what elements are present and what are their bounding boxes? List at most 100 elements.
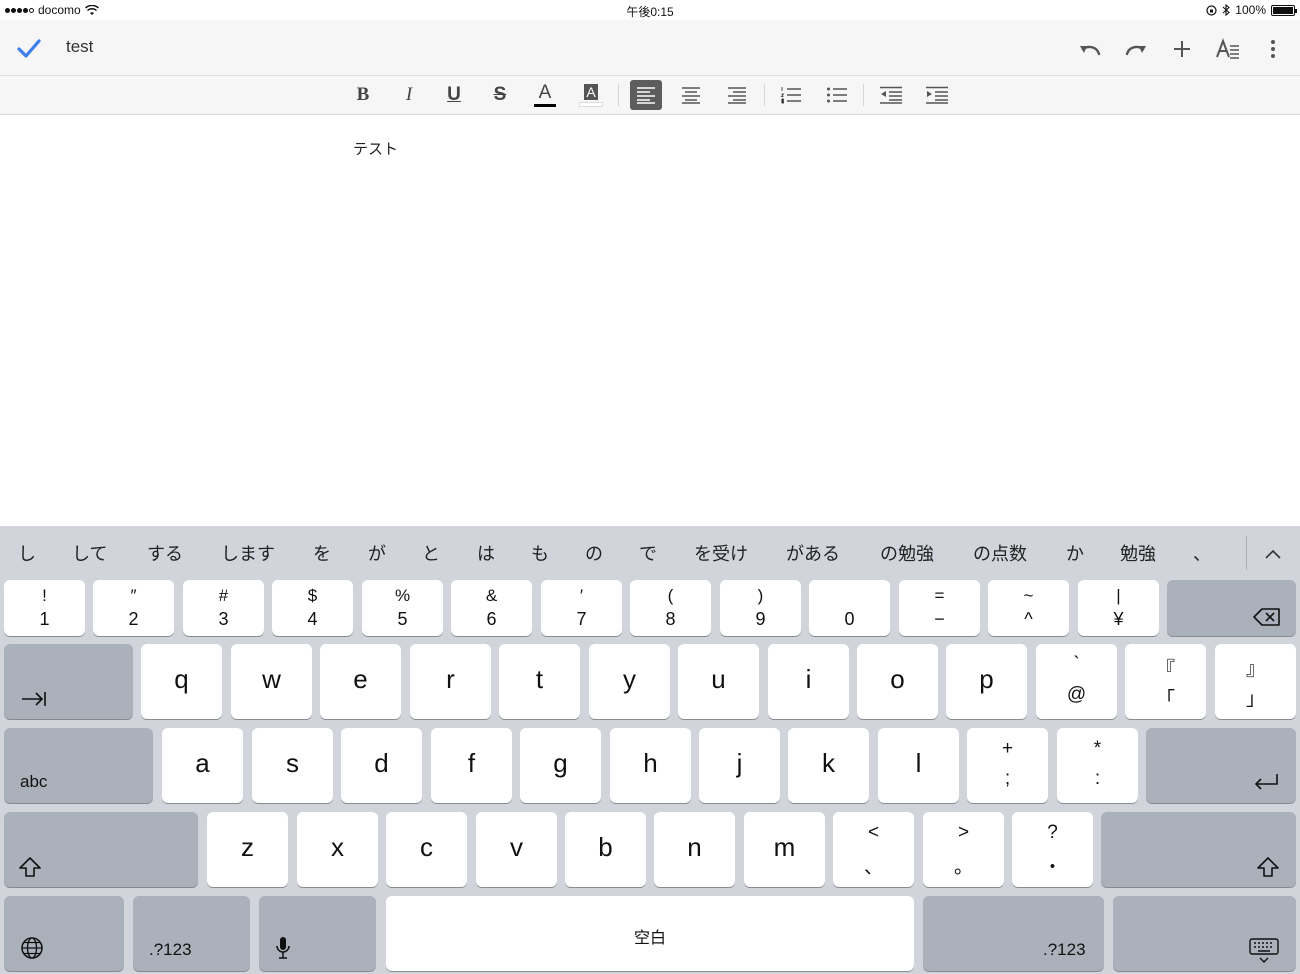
key-colon[interactable]: *: <box>1057 728 1138 803</box>
suggestion[interactable]: も <box>531 540 549 566</box>
space-key[interactable]: 空白 <box>386 896 914 971</box>
strikethrough-button[interactable]: S <box>484 80 516 110</box>
key-y[interactable]: y <box>589 644 670 719</box>
return-key[interactable] <box>1146 728 1296 803</box>
suggestion[interactable]: して <box>72 540 107 566</box>
numbers-key-right[interactable]: .?123 <box>923 896 1104 971</box>
done-button[interactable] <box>14 34 44 64</box>
numbers-key-left[interactable]: .?123 <box>133 896 250 971</box>
suggestion[interactable]: 勉強 <box>1120 540 1156 566</box>
suggestion[interactable]: します <box>221 540 275 566</box>
bulleted-list-button[interactable] <box>821 80 853 110</box>
redo-button[interactable] <box>1119 32 1153 66</box>
document-body[interactable]: テスト <box>353 138 398 159</box>
key-0[interactable]: 0 <box>809 580 890 636</box>
suggestion[interactable]: か <box>1066 540 1084 566</box>
key-g[interactable]: g <box>520 728 601 803</box>
key-z[interactable]: z <box>207 812 288 887</box>
key-l[interactable]: l <box>878 728 959 803</box>
undo-button[interactable] <box>1073 32 1107 66</box>
key-n[interactable]: n <box>654 812 735 887</box>
key-yen[interactable]: | ¥ <box>1078 580 1159 636</box>
insert-button[interactable] <box>1165 32 1199 66</box>
abc-key[interactable]: abc <box>4 728 153 803</box>
key-b[interactable]: b <box>565 812 646 887</box>
key-2[interactable]: ″ 2 <box>93 580 174 636</box>
align-right-button[interactable] <box>721 80 753 110</box>
shift-key-right[interactable] <box>1101 812 1296 887</box>
expand-candidates-button[interactable] <box>1256 542 1290 566</box>
key-j[interactable]: j <box>699 728 780 803</box>
key-v[interactable]: v <box>476 812 557 887</box>
key-c[interactable]: c <box>386 812 467 887</box>
key-d[interactable]: d <box>341 728 422 803</box>
suggestion[interactable]: を <box>313 540 331 566</box>
suggestion[interactable]: が <box>368 540 386 566</box>
key-9[interactable]: ) 9 <box>720 580 801 636</box>
tab-key[interactable] <box>4 644 133 719</box>
key-at[interactable]: ` @ <box>1036 644 1117 719</box>
dismiss-keyboard-key[interactable] <box>1113 896 1296 971</box>
key-o[interactable]: o <box>857 644 938 719</box>
suggestion[interactable]: は <box>477 540 495 566</box>
key-s[interactable]: s <box>252 728 333 803</box>
key-period[interactable]: >。 <box>923 812 1004 887</box>
key-e[interactable]: e <box>320 644 401 719</box>
backspace-key[interactable] <box>1167 580 1296 636</box>
key-3[interactable]: #3 <box>183 580 264 636</box>
increase-indent-button[interactable] <box>921 80 953 110</box>
key-minus[interactable]: = − <box>899 580 980 636</box>
decrease-indent-button[interactable] <box>875 80 907 110</box>
suggestion[interactable]: と <box>422 540 440 566</box>
key-4[interactable]: $4 <box>272 580 353 636</box>
suggestion[interactable]: がある <box>786 540 840 566</box>
key-q[interactable]: q <box>141 644 222 719</box>
key-m[interactable]: m <box>744 812 825 887</box>
suggestion[interactable]: を受け <box>694 540 748 566</box>
underline-button[interactable]: U <box>438 80 470 110</box>
text-color-button[interactable]: A <box>529 80 561 110</box>
key-i[interactable]: i <box>768 644 849 719</box>
suggestion[interactable]: で <box>639 540 657 566</box>
key-8[interactable]: (8 <box>630 580 711 636</box>
more-options-button[interactable] <box>1256 32 1290 66</box>
key-comma[interactable]: <、 <box>833 812 914 887</box>
highlight-color-button[interactable]: A <box>575 80 607 110</box>
key-1[interactable]: ! 1 <box>4 580 85 636</box>
key-f[interactable]: f <box>431 728 512 803</box>
suggestion[interactable]: し <box>18 540 36 566</box>
key-w[interactable]: w <box>231 644 312 719</box>
key-p[interactable]: p <box>946 644 1027 719</box>
suggestion[interactable]: 、 <box>1193 540 1211 566</box>
shift-key-left[interactable] <box>4 812 198 887</box>
suggestion[interactable]: の <box>585 540 603 566</box>
key-char: z <box>241 832 254 862</box>
suggestion[interactable]: の点数 <box>973 540 1027 566</box>
key-5[interactable]: % 5 <box>362 580 443 636</box>
align-left-button[interactable] <box>630 80 662 110</box>
key-x[interactable]: x <box>297 812 378 887</box>
numbered-list-button[interactable] <box>775 80 807 110</box>
key-char: : <box>1094 768 1101 789</box>
key-r[interactable]: r <box>410 644 491 719</box>
align-center-button[interactable] <box>675 80 707 110</box>
key-close-bracket[interactable]: 』」 <box>1215 644 1296 719</box>
suggestion[interactable]: する <box>147 540 183 566</box>
globe-key[interactable] <box>4 896 124 971</box>
key-caret[interactable]: ~ ^ <box>988 580 1069 636</box>
italic-button[interactable]: I <box>393 80 425 110</box>
dictation-key[interactable] <box>259 896 376 971</box>
key-semicolon[interactable]: +; <box>967 728 1048 803</box>
key-k[interactable]: k <box>788 728 869 803</box>
text-format-button[interactable] <box>1211 32 1245 66</box>
suggestion[interactable]: の勉強 <box>880 540 934 566</box>
key-7[interactable]: ′ 7 <box>541 580 622 636</box>
key-open-bracket[interactable]: 『「 <box>1125 644 1206 719</box>
key-a[interactable]: a <box>162 728 243 803</box>
key-t[interactable]: t <box>499 644 580 719</box>
key-middle-dot[interactable]: ? ・ <box>1012 812 1093 887</box>
key-6[interactable]: & 6 <box>451 580 532 636</box>
key-h[interactable]: h <box>610 728 691 803</box>
key-u[interactable]: u <box>678 644 759 719</box>
bold-button[interactable]: B <box>347 80 379 110</box>
